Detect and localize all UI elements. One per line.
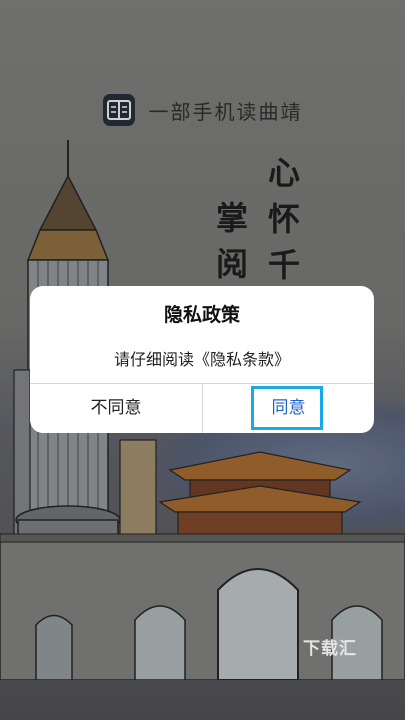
decline-button[interactable]: 不同意 [30,384,202,433]
privacy-policy-dialog: 隐私政策 请仔细阅读《隐私条款》 不同意 同意 [30,286,374,433]
dialog-message: 请仔细阅读《隐私条款》 [113,350,290,369]
dialog-title: 隐私政策 [163,304,240,326]
agree-button[interactable]: 同意 [203,384,374,433]
